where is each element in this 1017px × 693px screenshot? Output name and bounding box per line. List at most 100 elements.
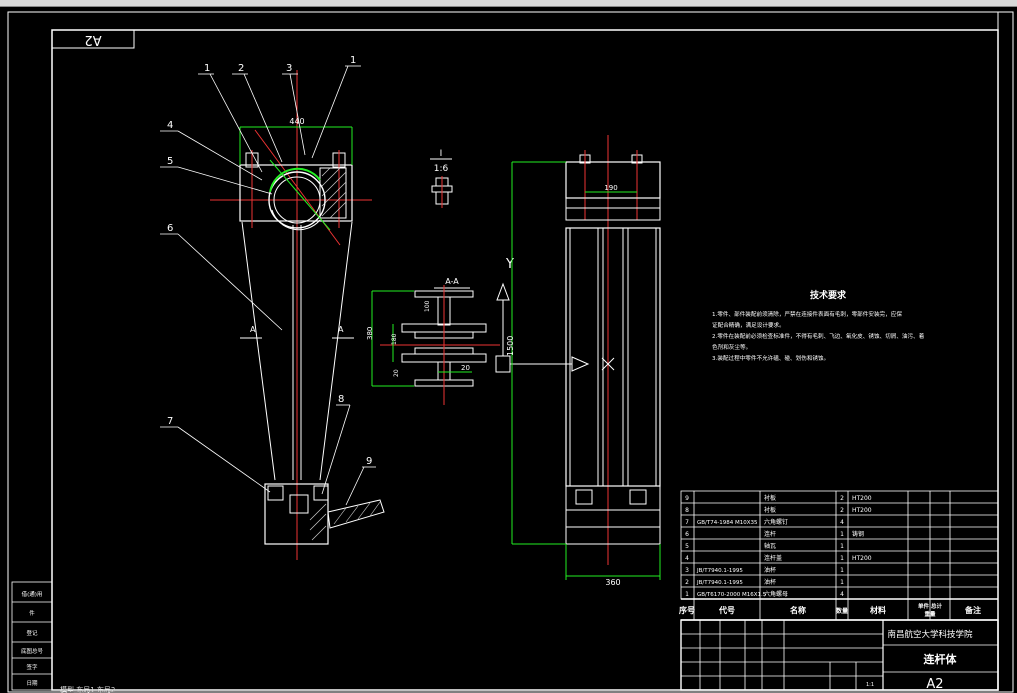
dim-side-bottom: 360 [605,578,620,587]
side-body [565,227,661,487]
balloon-1b: 1 [350,55,356,66]
bom-cell-code: JB/T7940.1-1995 [696,568,743,574]
tech-requirements: 技术要求 1.零件、部件装配前须清除，严禁在连接件表面有毛刺，零部件安装完，应保… [712,289,925,362]
cad-drawing-canvas[interactable]: A2 440 A A 1 2 3 1 4 5 6 7 8 9 I 1:6 A-A… [0,0,1017,693]
bom-cell-name: 连杆盖 [764,554,782,562]
section-view-AA: A-A 380 180 20 100 20 [366,277,500,405]
balloon-4: 4 [167,120,173,131]
bom-h-qty: 数量 [836,607,848,615]
left-strip-text: 借(通)用 件 登记 底图总号 签字 日期 [21,590,44,687]
balloon-9: 9 [366,456,372,467]
balloon-5: 5 [167,156,173,167]
bom-h-code: 代号 [718,605,735,615]
rod-right-edge [319,221,353,481]
bom-cell-code: JB/T7940.1-1995 [696,580,743,586]
section-marker-right: A [338,325,344,334]
bom-cell-no: 3 [685,567,689,574]
dim-side-top: 190 [604,184,617,192]
balloon-6: 6 [167,223,173,234]
strip-6: 日期 [26,680,38,687]
dim-section-right: 20 [461,364,470,372]
bom-cell-name: 油杯 [764,578,776,586]
bom-cell-qty: 2 [840,507,844,514]
bom-cell-material: HT200 [852,555,872,562]
bom-h-weight: 重量 [924,610,936,618]
front-view: 440 A A [210,70,385,560]
dim-section-height: 380 [366,327,374,340]
bom-cell-no: 7 [685,519,689,526]
bom-cell-qty: 1 [840,579,844,586]
bom-h-remark: 备注 [964,605,981,615]
bom-cell-qty: 1 [840,543,844,550]
bom-cell-qty: 4 [840,519,844,526]
tech-line-3: 2.零件在装配前必须检查标准件，不得有毛刺、飞边、氧化皮、锈蚀、切屑、油污、着 [712,332,925,340]
bom-h-name: 名称 [790,605,806,615]
strip-4: 底图总号 [21,647,44,655]
detail-label: I [440,149,443,159]
bom-cell-no: 1 [685,591,689,598]
bom-cell-material: HT200 [852,495,872,502]
section-marker-left: A [250,325,256,334]
dim-overall-height: 1500 [506,336,515,356]
section-title: A-A [445,277,459,286]
bom-cell-no: 8 [685,507,689,514]
balloon-2: 2 [238,63,244,74]
bom-cell-qty: 1 [840,567,844,574]
bom-h-unit-total: 单件 总计 [918,602,942,610]
strip-1: 借(通)用 [22,590,43,598]
bom-cell-qty: 1 [840,555,844,562]
strip-5: 签字 [26,663,38,671]
school-name: 南昌航空大学科技学院 [887,629,973,640]
bom-cell-name: 油杯 [764,566,776,574]
strip-2: 件 [29,609,35,617]
rod-left-edge [241,221,276,481]
bom-cell-material: HT200 [852,507,872,514]
layout-tabs[interactable]: 模型 布局1 布局2 [60,685,115,693]
bom-cell-material: 铸钢 [852,530,864,538]
bom-cell-name: 衬板 [764,506,776,514]
tech-title: 技术要求 [810,289,847,301]
dim-section-mid: 180 [391,333,398,345]
drawing-title: 连杆体 [924,652,958,666]
tech-line-4: 色剂和灰尘等。 [712,343,751,351]
dim-section-web: 100 [424,300,431,312]
bom-cell-name: 六角螺钉 [764,518,788,526]
dim-top-width: 440 [289,117,304,126]
drawing-scale: 1:1 [866,682,874,688]
bom-cell-no: 4 [685,555,689,562]
side-view: 190 1500 360 [506,135,661,587]
bom-header: 序号 代号 名称 数量 材料 单件 总计 重量 备注 [679,602,981,618]
tech-line-5: 3.装配过程中零件不允许磕、碰、划伤和锈蚀。 [712,354,829,362]
sheet-frame [51,29,999,691]
balloon-7: 7 [167,416,173,427]
dim-section-low: 20 [393,369,400,377]
bom-cell-name: 衬板 [764,494,776,502]
bom-cell-no: 2 [685,579,689,586]
strip-3: 登记 [26,629,38,637]
balloon-1a: 1 [204,63,210,74]
bom-h-material: 材料 [870,605,886,615]
axis-label: Y [505,257,514,272]
bom-cell-code: GB/T6170-2000 M16X1.5 [697,592,767,598]
bom-cell-name: 轴瓦 [764,542,776,550]
size-label-rotated: A2 [84,32,101,47]
balloon-leaders [160,65,376,506]
bom-rows: 9 衬板 2 HT200 8 衬板 2 HT200 7 GB/T74-1984 M10X35 六角螺… [685,494,872,598]
bom-cell-qty: 4 [840,591,844,598]
size-label: A2 [926,677,943,692]
balloon-8: 8 [338,394,344,405]
bom-cell-no: 6 [685,531,689,538]
bom-cell-no: 5 [685,543,689,550]
bom-cell-qty: 1 [840,531,844,538]
bom-cell-name: 六角螺母 [764,590,788,598]
bom-cell-no: 9 [685,495,689,502]
detail-view-I: I 1:6 [430,149,453,208]
bom-cell-qty: 2 [840,495,844,502]
bom-cell-code: GB/T74-1984 M10X35 [697,520,758,526]
detail-scale: 1:6 [434,164,449,174]
tech-line-1: 1.零件、部件装配前须清除，严禁在连接件表面有毛刺，零部件安装完，应保 [712,310,902,318]
bom-h-no: 序号 [679,605,695,615]
bom-cell-name: 连杆 [764,530,776,538]
title-block-text: 南昌航空大学科技学院 连杆体 A2 1:1 [866,629,973,692]
tech-line-2: 证配合精确，满足设计要求。 [712,321,785,329]
